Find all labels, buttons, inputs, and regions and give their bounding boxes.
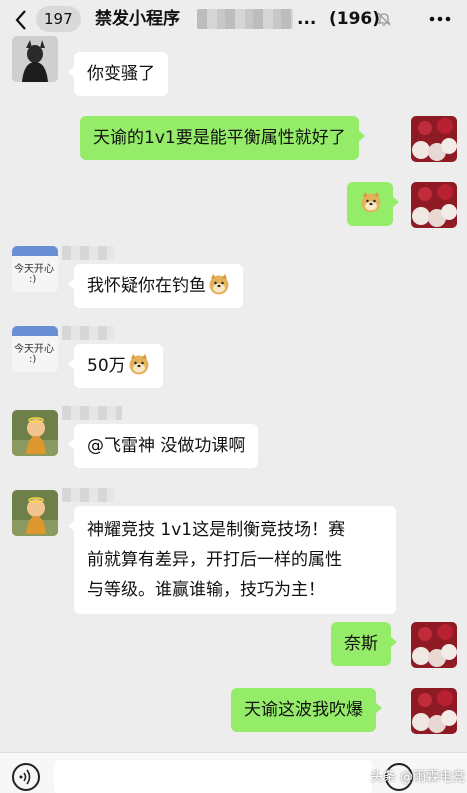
message-text: 你变骚了 [87,64,155,84]
title-redacted-block [197,9,293,29]
sender-name-redacted [62,406,122,420]
doge-emoji-icon [128,353,150,375]
message-text: 我怀疑你在钓鱼 [87,276,206,296]
message-text-line: 前就算有差异，开打后一样的属性 [87,550,342,570]
sender-name-redacted [62,326,114,340]
avatar[interactable] [411,116,457,162]
avatar-text: 今天开心 [14,264,54,275]
message-text: 天谕的1v1要是能平衡属性就好了 [93,128,346,148]
chat-title: 禁发小程序 [95,9,180,29]
message-bubble[interactable] [347,182,399,226]
message-text-line: 与等级。谁赢谁输，技巧为主！ [87,580,325,600]
message-text-line: 神耀竞技 1v1这是制衡竞技场！赛 [87,520,346,540]
chat-header: 197 禁发小程序 ... (196) [0,0,467,40]
doge-emoji-icon [208,273,230,295]
avatar[interactable] [411,688,457,734]
message-bubble[interactable]: @飞雷神 没做功课啊 [67,424,259,468]
voice-input-icon[interactable] [12,763,40,791]
message-text: 50万 [87,356,126,376]
avatar[interactable] [12,410,58,456]
avatar-text: :) [29,274,37,285]
message-bubble[interactable]: 你变骚了 [68,52,168,96]
avatar[interactable] [12,490,58,536]
unread-count-badge[interactable]: 197 [36,6,81,32]
message-bubble[interactable]: 奈斯 [331,622,397,666]
sender-name-redacted [62,488,114,502]
message-text: 奈斯 [344,634,378,654]
avatar[interactable] [411,622,457,668]
message-text: @飞雷神 没做功课啊 [87,436,246,456]
avatar[interactable] [411,182,457,228]
avatar[interactable]: 今天开心 :) [12,246,58,292]
message-bubble[interactable]: 我怀疑你在钓鱼 [68,264,243,308]
mute-bell-icon [376,11,392,27]
sender-name-redacted [62,246,114,260]
message-bubble[interactable]: 50万 [68,344,163,388]
message-text: 天谕这波我吹爆 [244,700,363,720]
avatar-text: 今天开心 [14,344,54,355]
member-count: (196) [329,9,381,29]
avatar[interactable]: 今天开心 :) [12,326,58,372]
watermark-text: 头条 @雨霖电竞 [370,770,466,785]
message-bubble[interactable]: 神耀竞技 1v1这是制衡竞技场！赛 前就算有差异，开打后一样的属性 与等级。谁赢… [68,506,396,614]
message-input[interactable] [54,760,372,793]
more-options-icon[interactable] [428,11,452,27]
avatar[interactable] [12,36,58,82]
message-bubble[interactable]: 天谕这波我吹爆 [231,688,382,732]
back-chevron-icon[interactable] [10,8,32,32]
message-bubble[interactable]: 天谕的1v1要是能平衡属性就好了 [80,116,365,160]
avatar-text: :) [29,354,37,365]
doge-emoji-icon [360,191,382,213]
title-ellipsis: ... [297,9,317,29]
